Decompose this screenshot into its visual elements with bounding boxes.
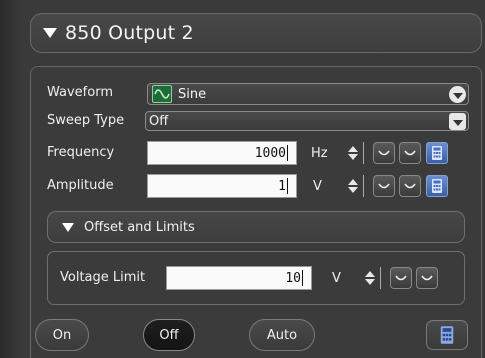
frequency-row: Frequency [47, 145, 114, 160]
left-edge [0, 0, 22, 358]
sine-wave-icon [152, 85, 172, 103]
sweep-type-value: Off [149, 113, 169, 129]
spin-up-down-icon[interactable] [345, 176, 361, 196]
voltage-limit-value: 10 [285, 270, 301, 286]
step-down-icon [395, 275, 407, 281]
frequency-value: 1000 [254, 145, 286, 161]
voltage-limit-label: Voltage Limit [60, 270, 146, 285]
text-caret [302, 270, 303, 286]
step-down-button[interactable] [373, 175, 395, 197]
frequency-unit: Hz [311, 146, 328, 161]
amplitude-unit: V [313, 179, 322, 194]
amplitude-label: Amplitude [47, 178, 114, 193]
step-down-icon [378, 183, 390, 189]
output-title: 850 Output 2 [65, 22, 194, 44]
calculator-icon [440, 326, 454, 344]
auto-button[interactable]: Auto [249, 319, 315, 351]
off-button[interactable]: Off [143, 319, 195, 351]
offset-limits-title: Offset and Limits [84, 219, 195, 235]
calculator-button[interactable] [426, 175, 448, 197]
spinner-divider [380, 267, 381, 289]
step-up-icon [404, 183, 416, 189]
triangle-down-icon[interactable] [43, 28, 57, 38]
sweep-type-label: Sweep Type [47, 113, 125, 128]
waveform-value: Sine [178, 86, 207, 102]
calculator-button[interactable] [426, 320, 468, 350]
frequency-label: Frequency [47, 145, 115, 160]
text-caret [287, 145, 288, 161]
triangle-down-icon[interactable] [62, 222, 74, 232]
amplitude-input[interactable]: 1 [147, 174, 297, 198]
on-button[interactable]: On [35, 319, 89, 351]
step-up-button[interactable] [399, 175, 421, 197]
spinner-divider [363, 142, 364, 164]
calculator-button[interactable] [426, 142, 448, 164]
voltage-limit-input[interactable]: 10 [166, 266, 312, 290]
spin-up-down-icon[interactable] [345, 143, 361, 163]
offset-limits-panel: Voltage Limit 10 V [47, 251, 465, 305]
step-up-icon [404, 150, 416, 156]
calculator-icon [432, 179, 442, 193]
step-down-icon [378, 150, 390, 156]
step-down-button[interactable] [373, 142, 395, 164]
step-up-icon [421, 275, 433, 281]
spinner-divider [363, 175, 364, 197]
chevron-down-icon[interactable] [449, 86, 466, 103]
chevron-down-icon[interactable] [449, 113, 466, 130]
voltage-limit-unit: V [332, 271, 341, 286]
step-up-button[interactable] [416, 267, 438, 289]
instrument-panel: 850 Output 2 Waveform Sine Sweep Type Of… [0, 0, 485, 358]
step-down-button[interactable] [390, 267, 412, 289]
calculator-icon [432, 146, 442, 160]
step-up-button[interactable] [399, 142, 421, 164]
waveform-select[interactable]: Sine [147, 83, 469, 105]
spin-up-down-icon[interactable] [362, 268, 378, 288]
output-settings-panel: Waveform Sine Sweep Type Off Frequency 1… [30, 66, 482, 358]
text-caret [287, 178, 288, 194]
output-header[interactable]: 850 Output 2 [30, 13, 482, 53]
amplitude-row: Amplitude [47, 178, 114, 193]
amplitude-value: 1 [278, 178, 286, 194]
sweep-type-select[interactable]: Off [145, 111, 469, 131]
offset-limits-header[interactable]: Offset and Limits [47, 211, 465, 243]
waveform-row: Waveform [47, 85, 113, 100]
waveform-label: Waveform [47, 85, 113, 100]
sweep-type-row: Sweep Type [47, 113, 124, 128]
frequency-input[interactable]: 1000 [147, 141, 297, 165]
